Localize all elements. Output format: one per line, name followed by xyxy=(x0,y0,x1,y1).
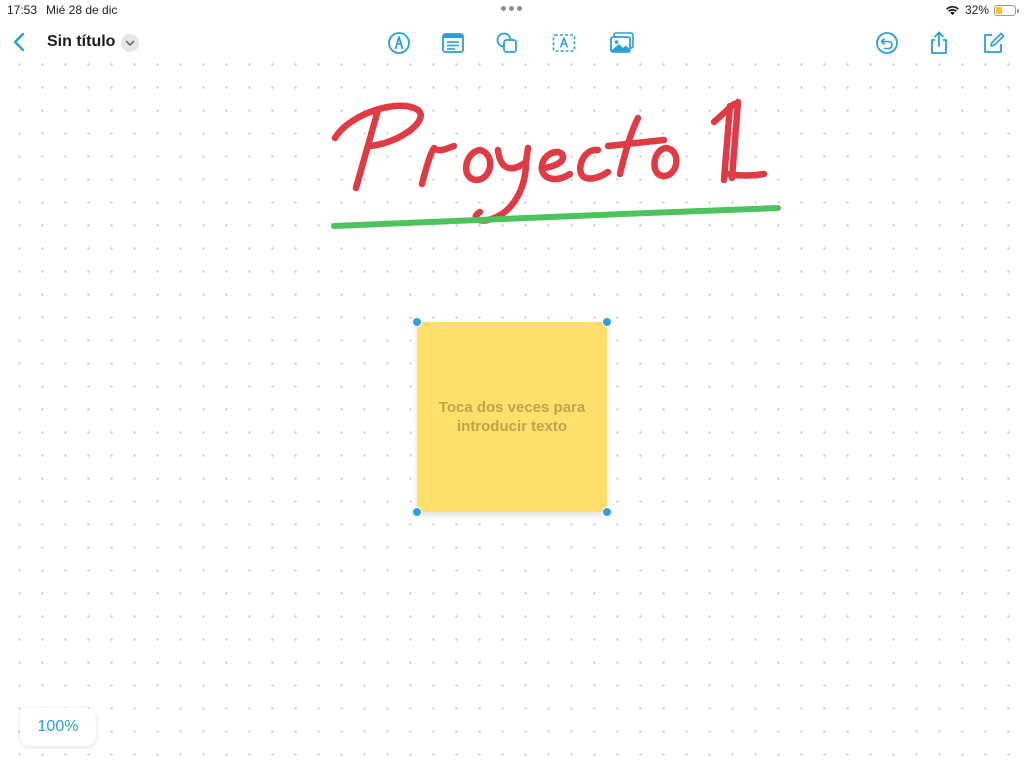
chevron-down-icon xyxy=(125,40,135,46)
media-tool-icon xyxy=(610,32,634,53)
zoom-level-button[interactable]: 100% xyxy=(20,708,96,746)
status-bar: 17:53 Mié 28 de dic 32% xyxy=(0,0,1024,20)
shapes-tool-button[interactable] xyxy=(493,29,521,57)
status-time: 17:53 xyxy=(7,3,38,17)
multitasking-dots-icon[interactable] xyxy=(501,3,523,13)
status-date: Mié 28 de dic xyxy=(46,3,118,17)
back-button[interactable] xyxy=(8,29,32,55)
note-tool-icon xyxy=(442,33,464,53)
wifi-icon xyxy=(946,5,959,16)
toolbar: Sin título xyxy=(0,22,1024,62)
undo-button[interactable] xyxy=(873,29,901,57)
chevron-left-icon xyxy=(13,32,25,52)
document-title[interactable]: Sin título xyxy=(47,33,115,51)
text-box-tool-button[interactable] xyxy=(550,29,578,57)
resize-handle-bottom-left[interactable] xyxy=(412,507,422,517)
title-menu-button[interactable] xyxy=(121,34,139,52)
new-board-button[interactable] xyxy=(979,29,1007,57)
text-box-tool-icon xyxy=(552,34,576,52)
battery-icon xyxy=(994,4,1019,16)
share-button[interactable] xyxy=(925,29,953,57)
note-tool-button[interactable] xyxy=(439,29,467,57)
resize-handle-bottom-right[interactable] xyxy=(602,507,612,517)
share-icon xyxy=(931,31,947,54)
handwritten-title-drawing[interactable] xyxy=(330,88,790,238)
media-tool-button[interactable] xyxy=(608,29,636,57)
pen-tool-icon xyxy=(388,32,410,54)
battery-percent: 32% xyxy=(964,3,989,17)
new-board-icon xyxy=(984,32,1005,53)
sticky-note[interactable]: Toca dos veces para introducir texto xyxy=(417,322,607,512)
undo-icon xyxy=(876,32,898,54)
shapes-tool-icon xyxy=(496,32,517,53)
resize-handle-top-right[interactable] xyxy=(602,317,612,327)
pen-tool-button[interactable] xyxy=(385,29,413,57)
status-right: 32% xyxy=(945,2,1019,18)
resize-handle-top-left[interactable] xyxy=(412,317,422,327)
sticky-note-placeholder: Toca dos veces para introducir texto xyxy=(438,399,586,435)
